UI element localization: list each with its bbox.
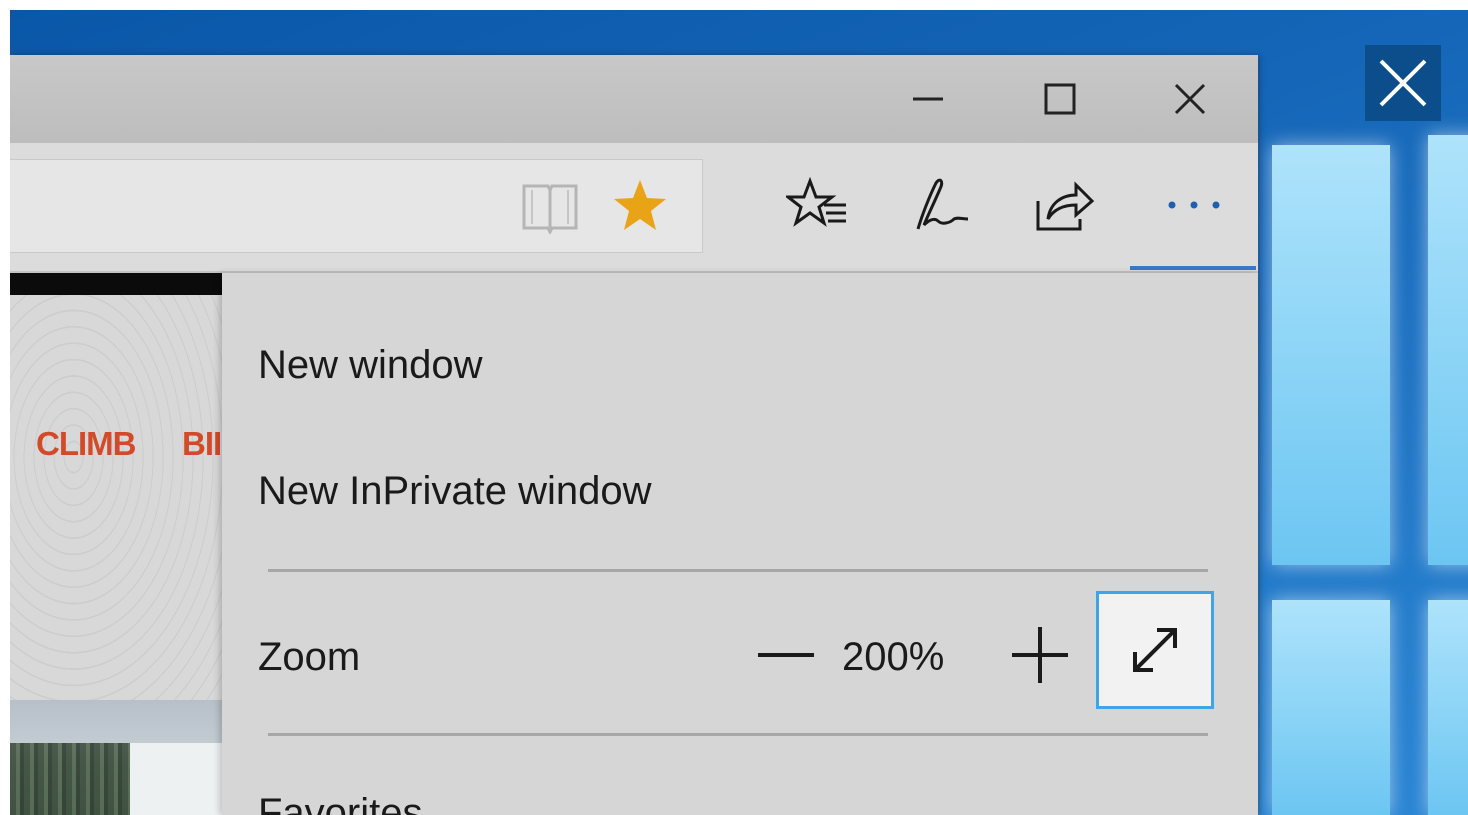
edge-browser-window: CLIMB BII New window New InPrivate windo… — [10, 55, 1258, 815]
page-header-bar — [10, 273, 222, 295]
web-note-icon — [916, 178, 969, 230]
active-indicator — [1130, 266, 1256, 270]
maximize-button[interactable] — [1020, 75, 1100, 123]
nav-link-partial[interactable]: BII — [182, 425, 222, 463]
photo-snow — [130, 743, 222, 815]
zoom-in-button[interactable] — [1000, 615, 1080, 695]
desktop-close-button[interactable] — [1365, 45, 1441, 121]
zoom-label: Zoom — [258, 635, 361, 679]
menu-item-favorites[interactable]: Favorites — [258, 791, 423, 815]
photo-trees — [10, 743, 130, 815]
windows-logo-pane — [1428, 135, 1468, 565]
maximize-icon — [1044, 83, 1076, 115]
zoom-out-button[interactable] — [746, 615, 826, 695]
hub-button[interactable] — [778, 165, 858, 245]
nav-link-climb[interactable]: CLIMB — [36, 425, 136, 463]
windows-logo-pane — [1272, 600, 1390, 815]
more-actions-menu: New window New InPrivate window Zoom 200… — [222, 273, 1258, 815]
minus-icon — [758, 653, 814, 657]
favorite-star-icon — [614, 180, 666, 230]
menu-item-new-window[interactable]: New window — [258, 343, 483, 388]
web-page-content: CLIMB BII — [10, 273, 222, 815]
close-icon — [1174, 83, 1206, 115]
zoom-level: 200% — [842, 635, 945, 679]
menu-item-new-inprivate-window[interactable]: New InPrivate window — [258, 469, 652, 514]
topographic-background — [10, 295, 222, 700]
address-bar[interactable] — [10, 159, 703, 253]
share-icon — [1036, 181, 1095, 231]
close-icon — [1379, 59, 1427, 107]
title-bar — [10, 55, 1258, 143]
fullscreen-button[interactable] — [1096, 591, 1214, 709]
share-button[interactable] — [1024, 165, 1104, 245]
reading-view-button[interactable] — [518, 176, 582, 236]
web-note-button[interactable] — [902, 165, 982, 245]
more-actions-button[interactable] — [1154, 165, 1234, 245]
hub-icon — [786, 176, 846, 227]
menu-divider — [268, 733, 1208, 736]
reading-view-icon — [522, 184, 578, 234]
desktop-background: CLIMB BII New window New InPrivate windo… — [10, 10, 1468, 815]
windows-logo-pane — [1428, 600, 1468, 815]
menu-divider — [268, 569, 1208, 572]
browser-toolbar — [10, 143, 1258, 273]
plus-icon — [1012, 627, 1068, 683]
favorite-button[interactable] — [608, 176, 672, 236]
more-actions-icon — [1168, 201, 1220, 209]
windows-logo-pane — [1272, 145, 1390, 565]
close-button[interactable] — [1150, 75, 1230, 123]
minimize-button[interactable] — [888, 75, 968, 123]
minimize-icon — [913, 97, 943, 101]
expand-arrows-icon — [1133, 628, 1177, 672]
